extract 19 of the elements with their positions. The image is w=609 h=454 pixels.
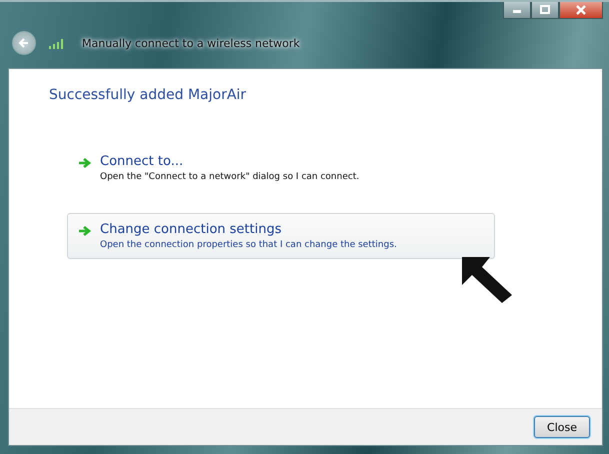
arrow-icon	[78, 157, 92, 169]
arrow-icon	[78, 225, 92, 237]
command-label: Change connection settings	[100, 222, 283, 237]
back-arrow-icon	[17, 36, 31, 50]
maximize-button[interactable]	[531, 2, 559, 19]
dialog-button[interactable]: Close	[534, 416, 590, 438]
command-link[interactable]: Connect to... Open the "Connect to a network" dialog so I can connect.	[67, 145, 495, 191]
close-icon	[574, 5, 588, 15]
command-description: Open the "Connect to a network" dialog so I can connect.	[100, 172, 360, 182]
command-link[interactable]: Change connection settings Open the connection properties so that I can change the settings.	[67, 213, 495, 259]
maximize-icon	[538, 5, 552, 15]
command-label: Connect to...	[100, 154, 184, 169]
command-description: Open the connection properties so that I can change the settings.	[100, 240, 397, 250]
window-title: Manually connect to a wireless network	[82, 36, 300, 50]
close-button[interactable]	[559, 2, 603, 19]
page-heading: Successfully added MajorAir	[49, 87, 248, 103]
signal-icon	[48, 37, 66, 49]
back-button[interactable]	[12, 31, 36, 55]
minimize-button[interactable]	[503, 2, 531, 19]
